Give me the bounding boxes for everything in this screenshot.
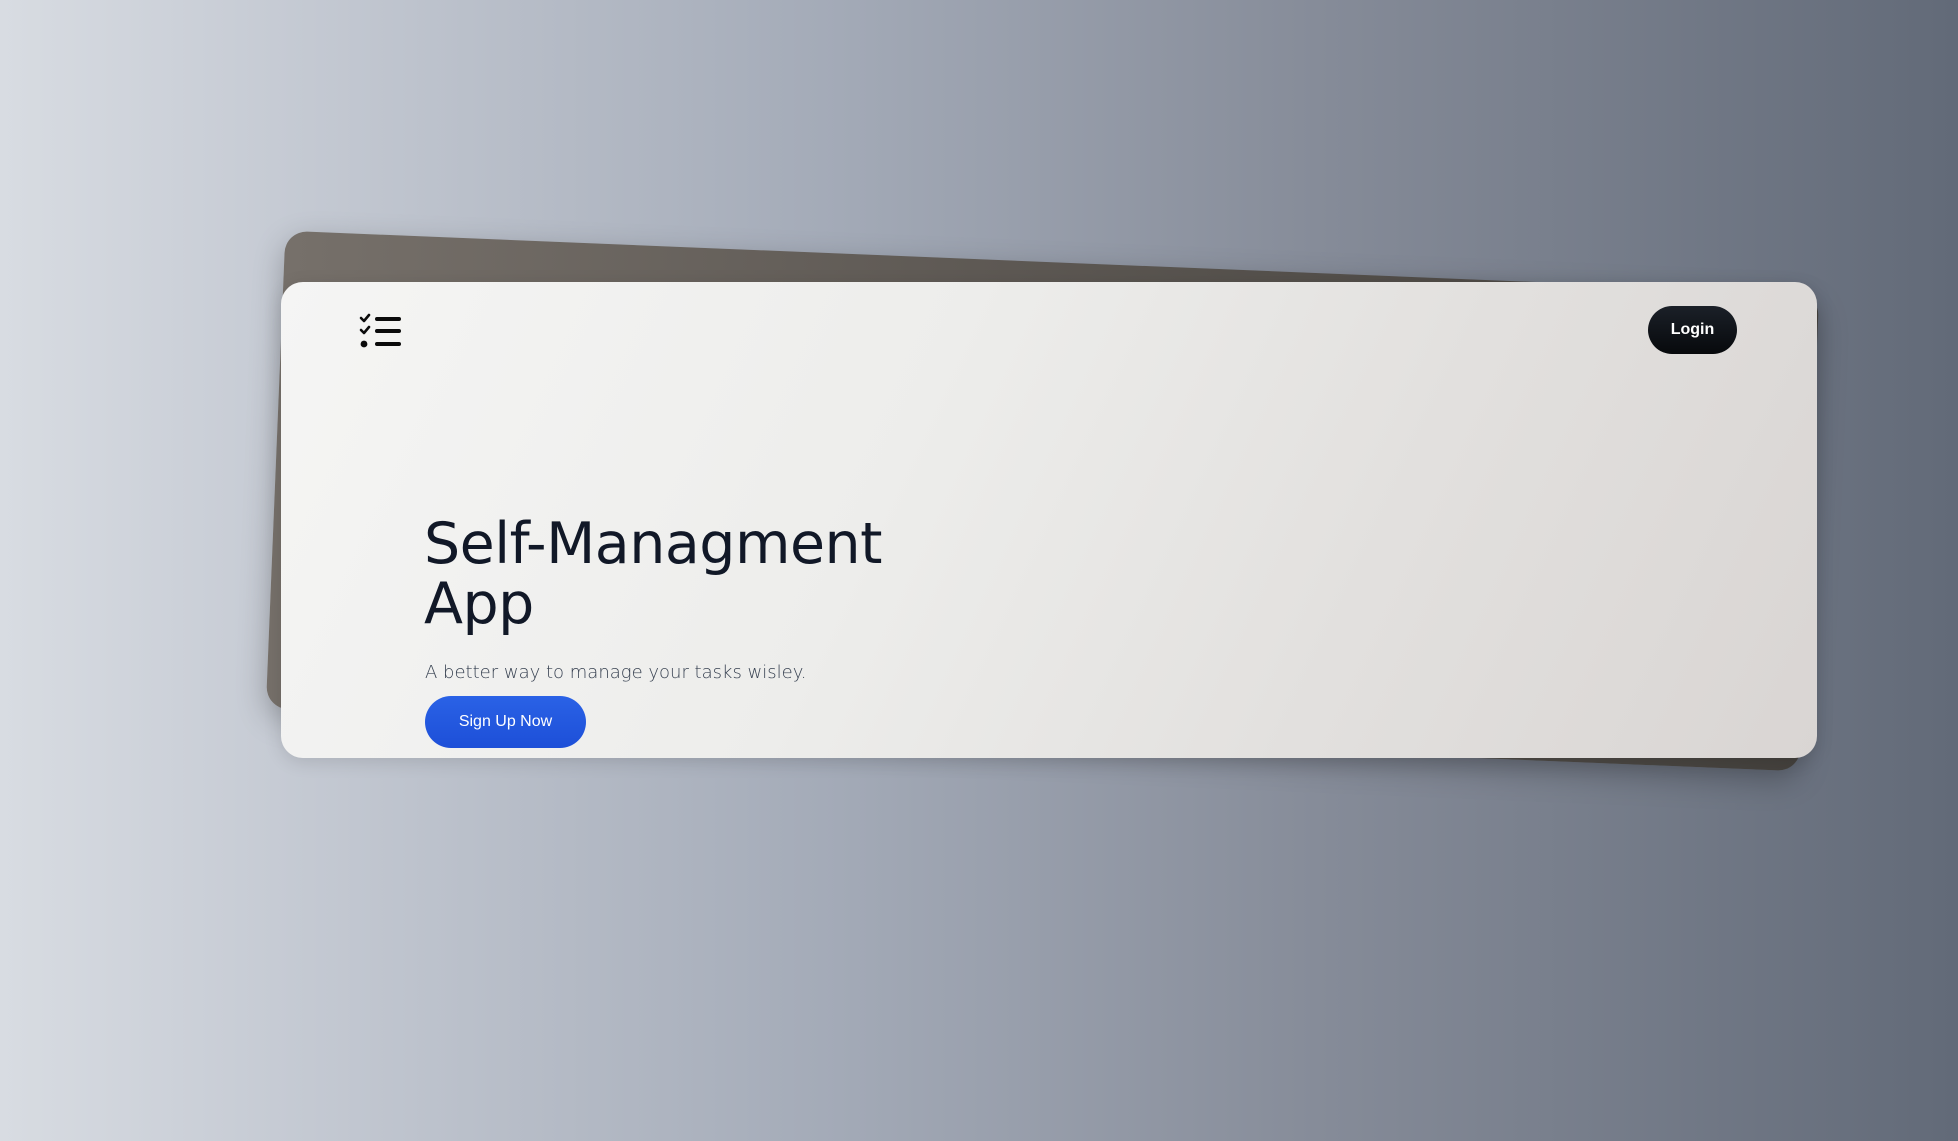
hero-title-line1: Self-Managment bbox=[424, 511, 883, 577]
sign-up-button[interactable]: Sign Up Now bbox=[425, 696, 586, 748]
hero-title: Self-Managment App bbox=[424, 511, 883, 637]
login-button[interactable]: Login bbox=[1648, 306, 1737, 354]
task-list-check-icon bbox=[359, 312, 403, 350]
hero-subtitle: A better way to manage your tasks wisley… bbox=[425, 662, 807, 683]
hero-title-line2: App bbox=[424, 571, 534, 637]
hero-card: Login Self-Managment App A better way to… bbox=[281, 282, 1817, 758]
